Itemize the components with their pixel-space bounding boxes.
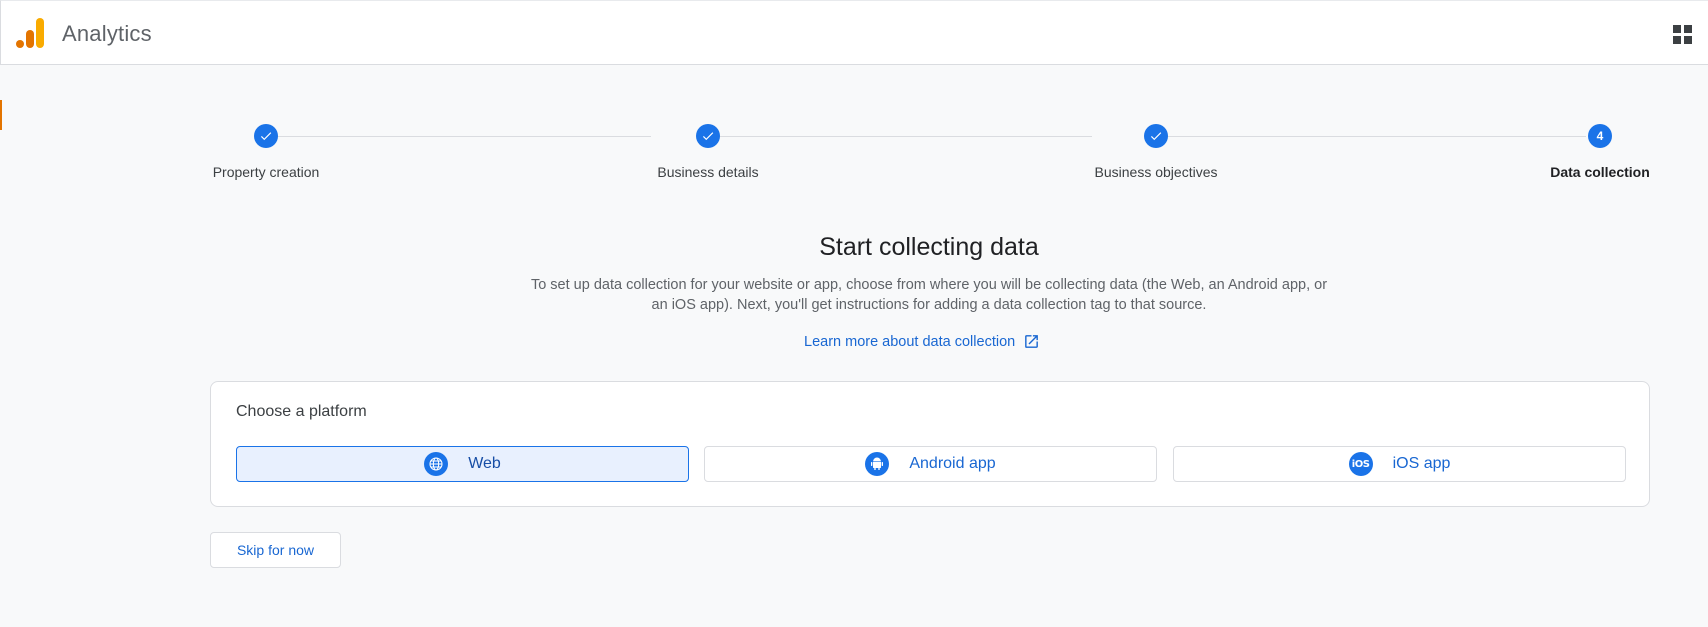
step-label: Property creation <box>212 164 320 180</box>
step-complete-check-icon <box>254 124 278 148</box>
step-number-badge: 4 <box>1588 124 1612 148</box>
app-title: Analytics <box>62 21 152 46</box>
learn-more-label: Learn more about data collection <box>804 333 1016 350</box>
setup-stepper: Property creation Business details Busin… <box>210 122 1650 192</box>
ios-icon: iOS <box>1348 452 1373 476</box>
top-app-bar: Analytics <box>0 0 1708 65</box>
globe-icon <box>424 452 449 476</box>
platform-web-button[interactable]: Web <box>236 446 689 482</box>
open-in-new-icon <box>1025 335 1039 348</box>
page-title: Start collecting data <box>819 233 1039 261</box>
skip-for-now-button[interactable]: Skip for now <box>210 532 341 568</box>
left-accent-marker <box>0 100 2 130</box>
step-label: Business details <box>657 164 759 180</box>
platform-ios-button[interactable]: iOS iOS app <box>1173 446 1626 482</box>
platform-card: Choose a platform Web Android app iOS iO… <box>210 381 1650 507</box>
platform-ios-label: iOS app <box>1392 455 1451 472</box>
apps-grid-icon[interactable] <box>1673 25 1693 45</box>
learn-more-link[interactable]: Learn more about data collection <box>804 333 1040 350</box>
step-label: Data collection <box>1550 164 1650 180</box>
platform-android-label: Android app <box>909 455 996 472</box>
page-description: To set up data collection for your websi… <box>530 277 1328 313</box>
platform-android-button[interactable]: Android app <box>704 446 1157 482</box>
step-complete-check-icon <box>696 124 720 148</box>
platform-card-title: Choose a platform <box>236 403 367 420</box>
step-connector <box>267 136 651 137</box>
platform-web-label: Web <box>468 455 501 472</box>
android-icon <box>865 452 890 476</box>
step-connector <box>1158 136 1586 137</box>
step-connector <box>710 136 1092 137</box>
step-complete-check-icon <box>1144 124 1168 148</box>
analytics-logo-icon[interactable] <box>16 18 44 48</box>
step-label: Business objectives <box>1094 164 1218 180</box>
